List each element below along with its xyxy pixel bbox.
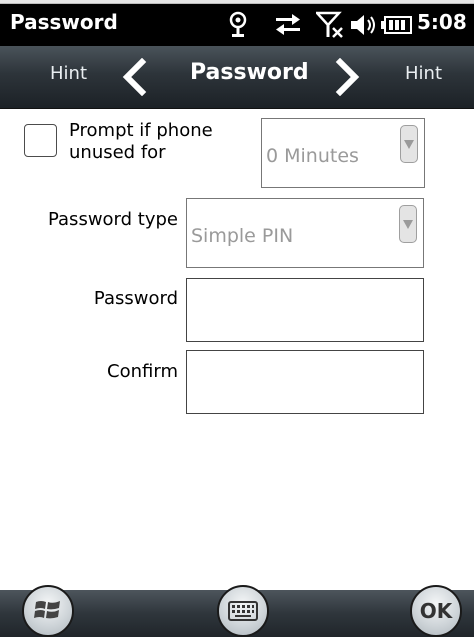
no-signal-icon: [315, 9, 345, 41]
back-arrow-icon[interactable]: [118, 57, 148, 97]
status-bar: Password 5:08: [0, 4, 474, 46]
timeout-dropdown[interactable]: 0 Minutes: [261, 118, 425, 188]
ok-button[interactable]: OK: [410, 585, 462, 637]
password-input[interactable]: [186, 278, 424, 342]
dropdown-arrow-icon[interactable]: [399, 205, 417, 243]
page-title: Password: [190, 60, 309, 85]
battery-icon: [380, 9, 414, 41]
dropdown-arrow-icon[interactable]: [400, 125, 418, 163]
right-hint-label[interactable]: Hint: [405, 63, 442, 84]
clock: 5:08: [417, 10, 467, 34]
ok-label: OK: [419, 599, 453, 623]
timeout-dropdown-value: 0 Minutes: [266, 145, 359, 167]
start-button[interactable]: [22, 585, 74, 637]
status-title: Password: [10, 10, 118, 34]
password-type-value: Simple PIN: [191, 225, 294, 247]
forward-arrow-icon[interactable]: [334, 57, 364, 97]
volume-icon: [348, 9, 380, 41]
password-label: Password: [93, 288, 178, 309]
left-hint-label[interactable]: Hint: [50, 63, 87, 84]
gps-icon: [226, 9, 250, 41]
keyboard-icon: [228, 601, 258, 621]
prompt-checkbox[interactable]: [24, 124, 57, 157]
keyboard-button[interactable]: [217, 585, 269, 637]
password-type-label: Password type: [47, 209, 178, 230]
bottom-bar: OK: [0, 585, 474, 637]
confirm-input[interactable]: [186, 350, 424, 414]
data-transfer-icon: [273, 9, 303, 41]
prompt-checkbox-label: Prompt if phone unused for: [69, 120, 213, 163]
confirm-label: Confirm: [107, 361, 178, 382]
windows-start-icon: [33, 597, 63, 625]
nav-bar: Hint Password Hint: [0, 46, 474, 109]
password-type-dropdown[interactable]: Simple PIN: [186, 198, 424, 268]
